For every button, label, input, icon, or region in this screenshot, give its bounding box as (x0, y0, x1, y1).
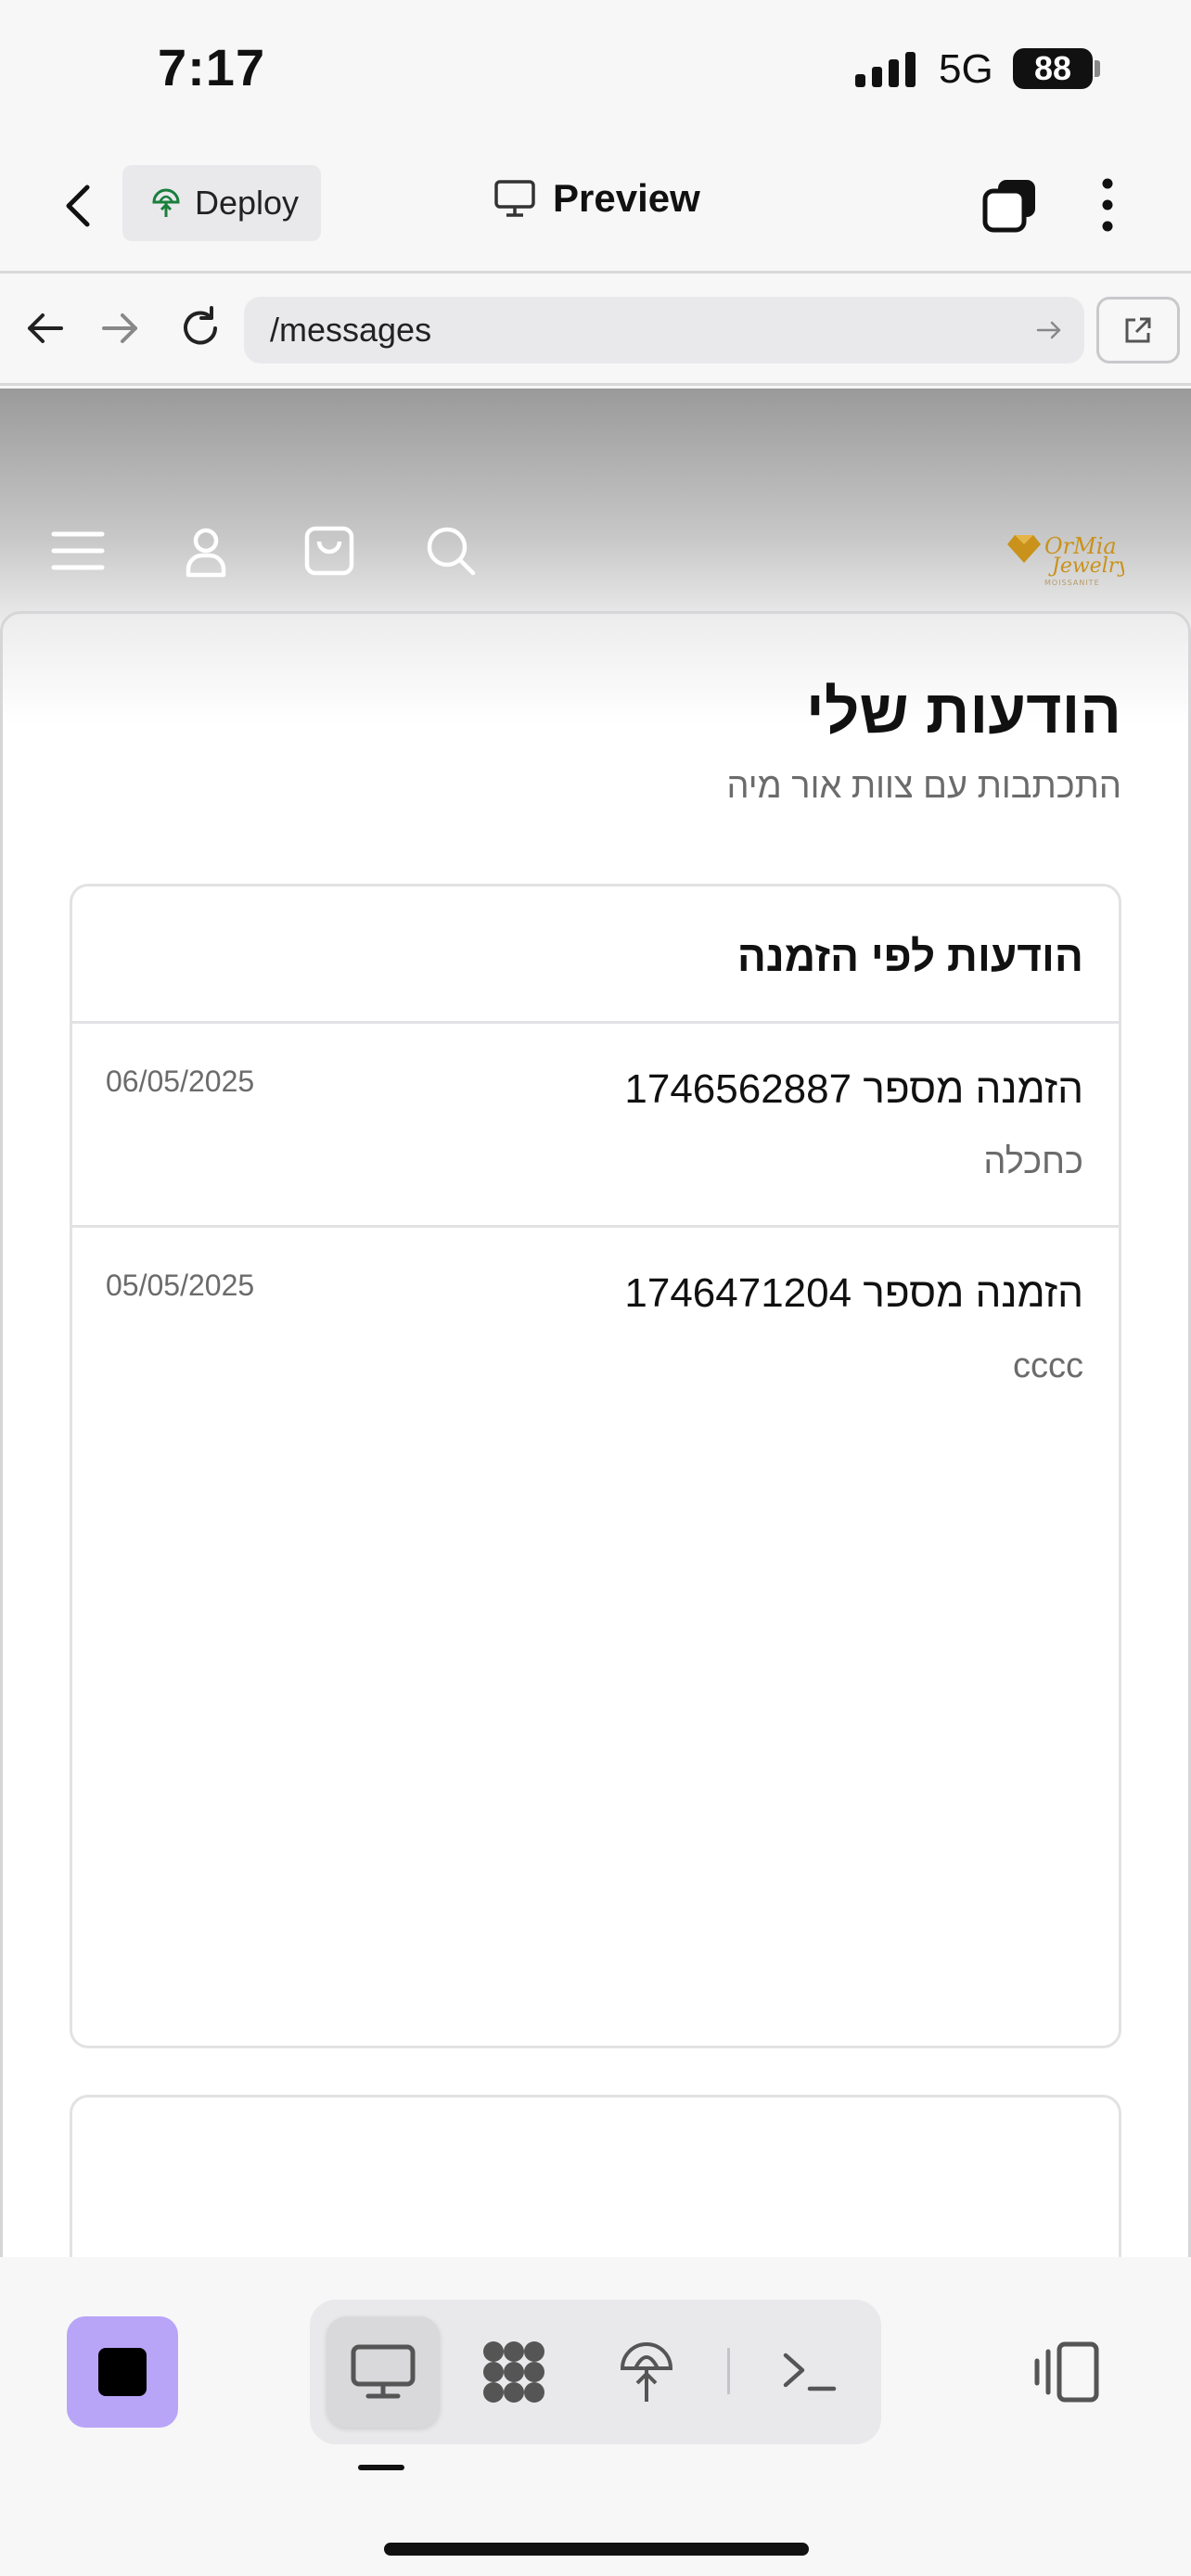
back-icon[interactable] (56, 178, 102, 234)
message-preview: cccc (1013, 1346, 1083, 1385)
card-header: הודעות לפי הזמנה (72, 886, 1119, 1024)
battery-icon: 88 (1013, 48, 1093, 89)
message-title: הזמנה מספר 1746562887 (624, 1066, 1083, 1112)
go-icon[interactable] (1034, 315, 1064, 345)
side-panel-icon[interactable] (1031, 2337, 1102, 2407)
home-indicator (384, 2543, 809, 2556)
message-title: הזמנה מספר 1746471204 (624, 1270, 1083, 1316)
page-subtitle: התכתבות עם צוות אור מיה (726, 767, 1121, 806)
view-switcher (310, 2300, 881, 2444)
search-icon[interactable] (423, 523, 479, 579)
message-row[interactable]: הזמנה מספר 1746471204 cccc 05/05/2025 (72, 1228, 1119, 1432)
external-link-icon[interactable] (1096, 297, 1180, 363)
battery-tip (1095, 60, 1100, 77)
desktop-icon[interactable] (327, 2316, 440, 2428)
more-icon[interactable] (1096, 172, 1119, 237)
reload-icon[interactable] (174, 302, 226, 354)
site-logo[interactable]: OrMia Jewelry MOISSANITE (1004, 526, 1130, 591)
deploy-icon (152, 188, 180, 217)
menu-icon[interactable] (50, 523, 106, 579)
preview-tab[interactable]: Preview (493, 176, 700, 221)
arrow-right-icon[interactable] (95, 302, 147, 354)
preview-label: Preview (553, 176, 700, 220)
stop-icon (98, 2348, 147, 2396)
network-label: 5G (939, 46, 993, 92)
message-date: 05/05/2025 (106, 1269, 255, 1302)
message-row[interactable]: הזמנה מספר 1746562887 כחכלה 06/05/2025 (72, 1024, 1119, 1228)
card-title: הודעות לפי הזמנה (736, 932, 1083, 980)
messages-card: הודעות לפי הזמנה הזמנה מספר 1746562887 כ… (70, 884, 1121, 2048)
svg-text:Jewelry: Jewelry (1048, 555, 1124, 578)
terminal-icon[interactable] (753, 2316, 866, 2428)
user-icon[interactable] (178, 523, 234, 579)
arrow-left-icon[interactable] (19, 302, 70, 354)
secondary-card (70, 2095, 1121, 2257)
apps-icon[interactable] (457, 2316, 570, 2428)
url-input[interactable]: /messages (244, 297, 1084, 363)
toolbar-divider (727, 2348, 730, 2394)
deploy-icon[interactable] (590, 2316, 703, 2428)
deploy-label: Deploy (195, 184, 300, 222)
active-tab-indicator (358, 2465, 404, 2470)
page-title: הודעות שלי (805, 677, 1121, 746)
app-header: Deploy Preview (0, 139, 1191, 274)
bag-icon[interactable] (301, 523, 357, 579)
tabs-icon[interactable] (981, 176, 1039, 234)
status-bar: 7:17 5G 88 (0, 0, 1191, 139)
url-bar: /messages (0, 276, 1191, 386)
stop-button[interactable] (67, 2316, 178, 2428)
monitor-icon (494, 180, 535, 217)
deploy-button[interactable]: Deploy (122, 165, 321, 241)
message-date: 06/05/2025 (106, 1065, 255, 1098)
signal-icon (855, 52, 916, 87)
bottom-toolbar (0, 2257, 1191, 2576)
svg-text:MOISSANITE: MOISSANITE (1044, 579, 1100, 587)
message-preview: כחכלה (983, 1142, 1083, 1181)
url-text: /messages (270, 311, 432, 349)
status-time: 7:17 (158, 38, 266, 96)
webpage-viewport: OrMia Jewelry MOISSANITE הודעות שלי התכת… (0, 389, 1191, 2257)
